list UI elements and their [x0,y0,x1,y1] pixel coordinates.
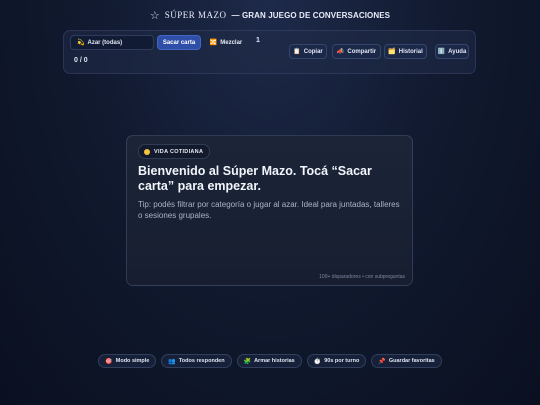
copy-label: Copiar [303,48,323,55]
copy-button[interactable]: 📋 Copiar [289,44,327,59]
chip-armar-historias[interactable]: 🧩 Armar historias [236,354,302,368]
card-title: Bienvenido al Súper Mazo. Tocá “Sacar ca… [138,164,372,193]
chip-guardar-favoritas[interactable]: 📌 Guardar favoritas [371,354,442,368]
people-icon: 👥 [168,358,176,365]
target-icon: 🎯 [105,358,113,365]
puzzle-icon: 🧩 [243,358,252,365]
draw-counter: 1 [256,37,260,44]
category-dot-icon [144,148,150,155]
shuffle-button[interactable]: 🔀 Mezclar [206,35,246,50]
card-footer: 100+ disparadores • con subpreguntas [319,274,405,280]
history-button[interactable]: 🗂️ Historial [384,44,427,59]
score-display: 0 / 0 [74,57,88,64]
feature-chips: 🎯 Modo simple 👥 Todos responden 🧩 Armar … [0,354,540,368]
draw-card-button[interactable]: Sacar carta [157,35,201,50]
shuffle-label: Mezclar [220,39,243,46]
category-badge: VIDA COTIDIANA [138,144,211,159]
share-button[interactable]: 📣 Compartir [332,44,381,59]
chip-label: Armar historias [254,358,295,364]
share-label: Compartir [347,48,377,55]
chip-label: 90s por turno [324,358,360,364]
app-header: ☆ SÚPER MAZO — GRAN JUEGO DE CONVERSACIO… [0,8,540,22]
folder-icon: 🗂️ [388,49,396,55]
megaphone-icon: 📣 [336,49,345,55]
chip-90s-por-turno[interactable]: ⏱️ 90s por turno [306,354,367,368]
toolbar: 💫 Azar (todas) Sacar carta 🔀 Mezclar 1 0… [63,30,476,74]
card-tip: Tip: podés filtrar por categoría o jugar… [138,200,400,220]
stopwatch-icon: ⏱️ [313,358,322,365]
app-tagline: — GRAN JUEGO DE CONVERSACIONES [231,10,391,20]
app-brand: SÚPER MAZO [164,10,227,20]
pin-icon: 📌 [378,358,386,365]
help-button[interactable]: ℹ️ Ayuda [435,44,469,59]
star-icon: ☆ [149,9,160,22]
info-icon: ℹ️ [437,49,446,55]
shuffle-icon: 🔀 [209,40,218,46]
chip-modo-simple[interactable]: 🎯 Modo simple [98,354,157,368]
chip-todos-responden[interactable]: 👥 Todos responden [161,354,232,368]
chip-label: Todos responden [178,358,225,364]
chip-label: Guardar favoritas [388,358,435,364]
category-select[interactable]: 💫 Azar (todas) [70,35,154,50]
sparkle-icon: 💫 [77,40,85,46]
clipboard-icon: 📋 [293,49,301,55]
history-label: Historial [398,48,423,55]
chip-label: Modo simple [115,358,150,364]
question-card: VIDA COTIDIANA Bienvenido al Súper Mazo.… [126,135,413,286]
category-select-value: Azar (todas) [87,39,123,46]
help-label: Ayuda [448,48,467,55]
category-badge-label: VIDA COTIDIANA [154,148,204,155]
